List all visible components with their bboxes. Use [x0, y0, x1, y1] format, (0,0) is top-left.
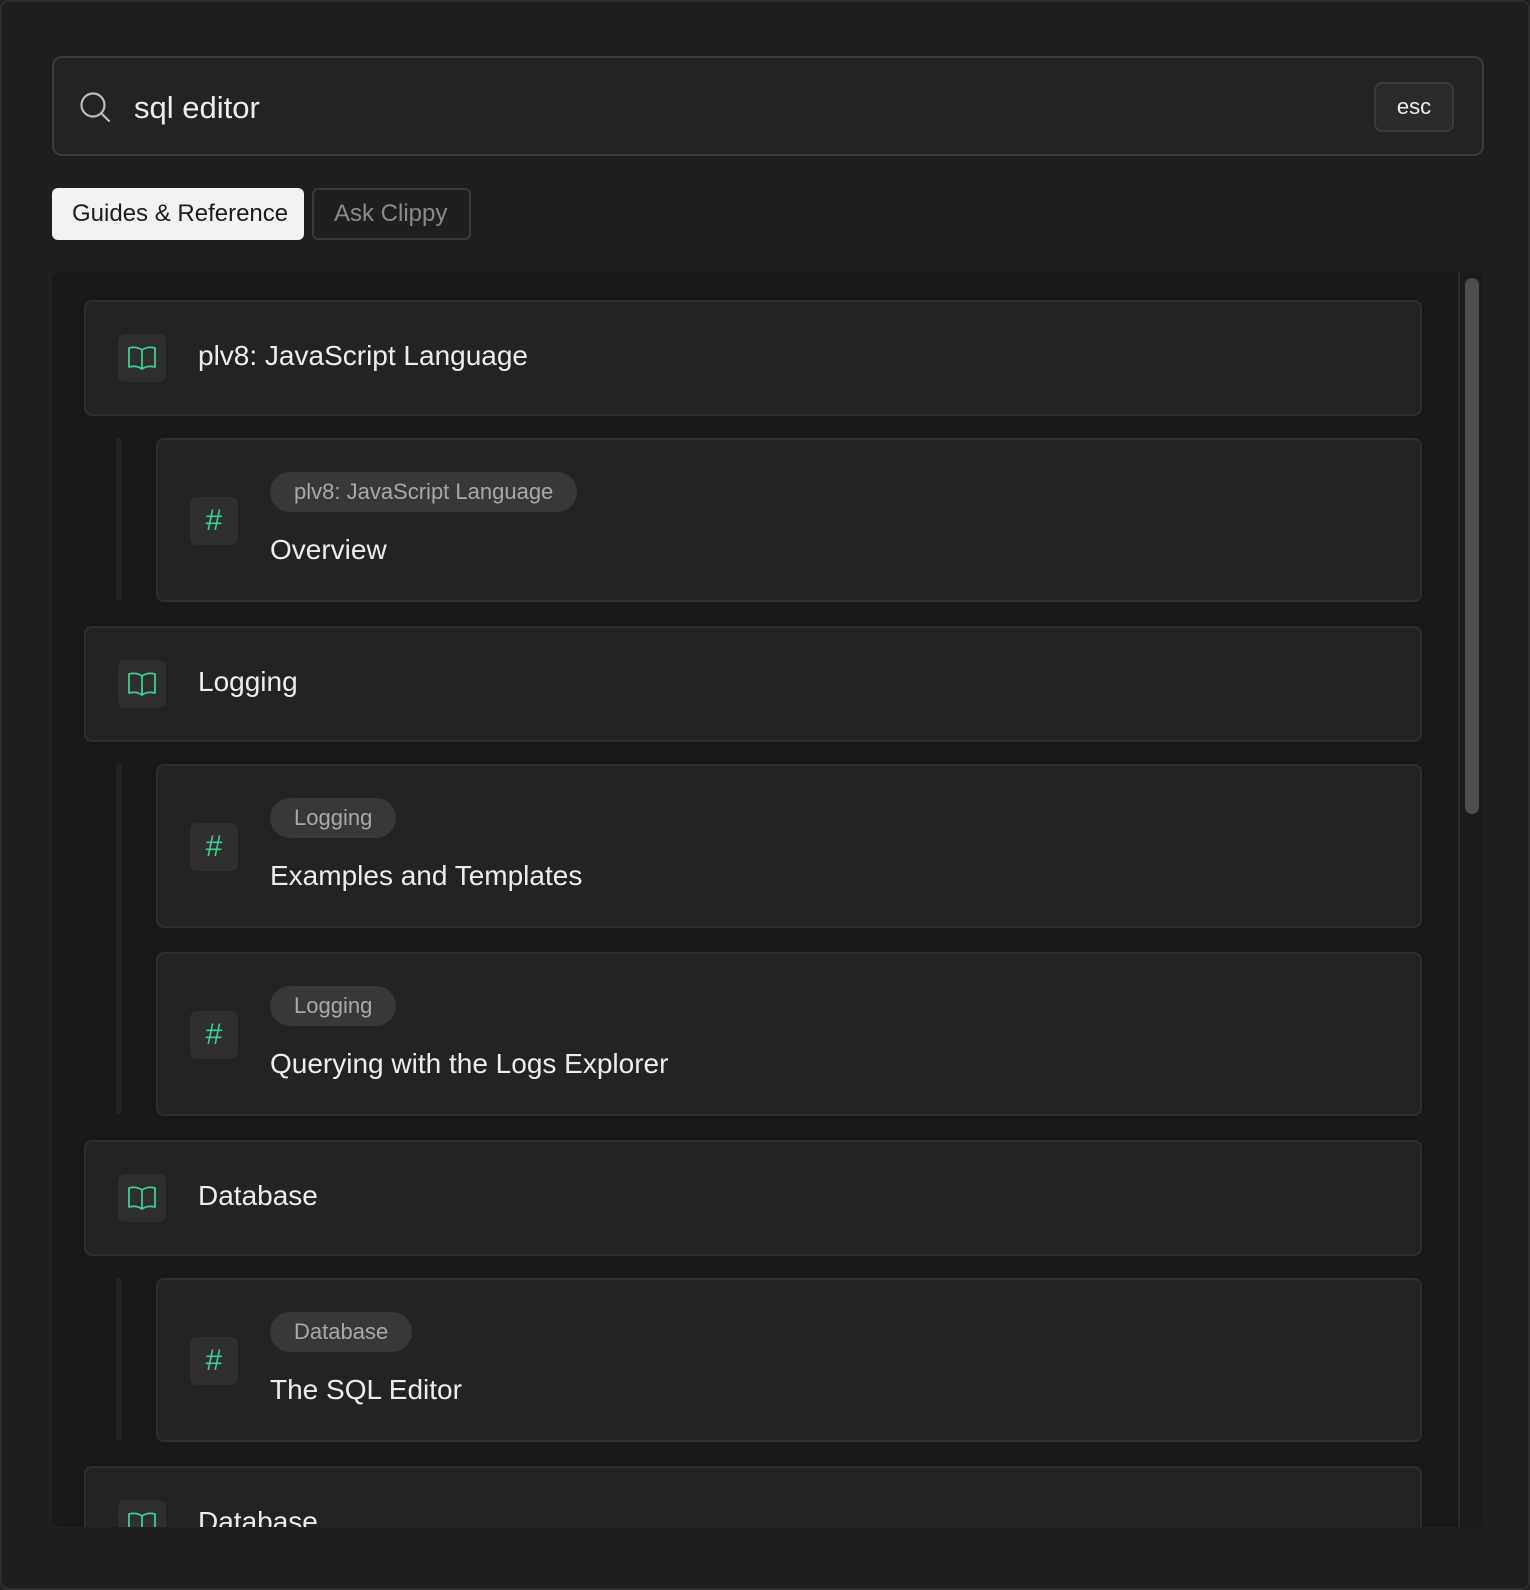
- result-page-title: plv8: JavaScript Language: [198, 340, 528, 371]
- result-page-title: Logging: [198, 666, 298, 697]
- section-badge: plv8: JavaScript Language: [270, 472, 578, 512]
- result-section[interactable]: # Logging Examples and Templates: [156, 764, 1422, 928]
- section-title: Examples and Templates: [270, 860, 583, 891]
- results-scrollbar[interactable]: [1458, 272, 1482, 1527]
- result-page[interactable]: Database: [84, 1466, 1422, 1527]
- hash-icon: #: [190, 823, 238, 871]
- result-page[interactable]: plv8: JavaScript Language: [84, 300, 1422, 416]
- result-page-title: Database: [198, 1180, 318, 1211]
- result-section[interactable]: # Logging Querying with the Logs Explore…: [156, 952, 1422, 1116]
- book-icon: [118, 660, 166, 708]
- hash-icon: #: [190, 1337, 238, 1385]
- search-icon: [80, 92, 111, 123]
- section-title: Overview: [270, 534, 387, 565]
- esc-button[interactable]: esc: [1374, 82, 1454, 132]
- result-section[interactable]: # plv8: JavaScript Language Overview: [156, 438, 1422, 602]
- results-list: plv8: JavaScript Language # plv8: JavaSc…: [52, 272, 1458, 1527]
- result-page[interactable]: Logging: [84, 626, 1422, 742]
- section-badge: Logging: [270, 798, 397, 838]
- hash-icon: #: [190, 497, 238, 545]
- hash-icon: #: [190, 1011, 238, 1059]
- section-title: The SQL Editor: [270, 1374, 462, 1405]
- section-group-line: [116, 1278, 122, 1440]
- section-group-line: [116, 764, 122, 1114]
- section-badge: Database: [270, 1312, 413, 1352]
- book-icon: [118, 1174, 166, 1222]
- tab-guides-reference[interactable]: Guides & Reference: [52, 188, 304, 240]
- book-icon: [118, 1500, 166, 1527]
- result-section[interactable]: # Database The SQL Editor: [156, 1278, 1422, 1442]
- section-group-line: [116, 438, 122, 600]
- book-icon: [118, 334, 166, 382]
- search-modal: esc Guides & Reference Ask Clippy plv8: …: [0, 0, 1530, 1590]
- section-title: Querying with the Logs Explorer: [270, 1048, 669, 1079]
- section-badge: Logging: [270, 986, 397, 1026]
- search-bar: esc: [52, 56, 1484, 156]
- search-input[interactable]: [134, 84, 1314, 132]
- scrollbar-thumb[interactable]: [1465, 278, 1479, 814]
- result-page-title: Database: [198, 1506, 318, 1527]
- result-page[interactable]: Database: [84, 1140, 1422, 1256]
- tab-ask-clippy[interactable]: Ask Clippy: [312, 188, 471, 240]
